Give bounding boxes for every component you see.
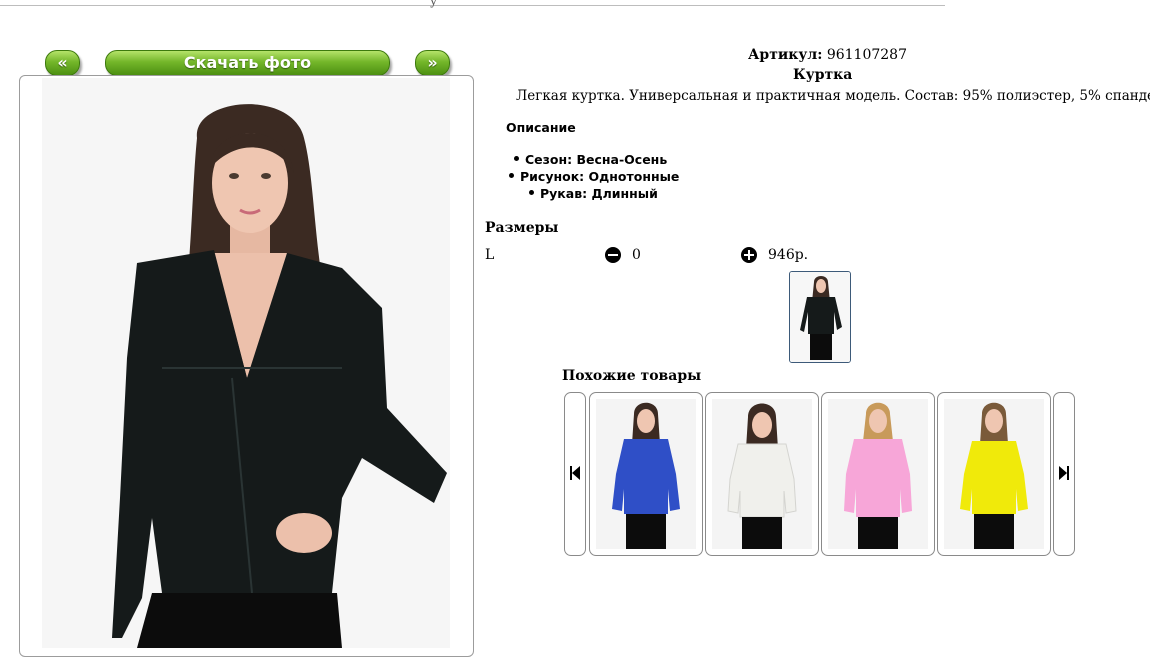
main-photo-frame	[19, 75, 474, 657]
feature-text: Рисунок: Однотонные	[520, 169, 680, 184]
feature-item: Рисунок: Однотонные	[509, 169, 679, 184]
price-value: 946р.	[768, 247, 809, 263]
article-value: 961107287	[826, 47, 907, 63]
prev-photo-button[interactable]: «	[45, 50, 80, 76]
similar-product-image	[712, 399, 812, 549]
similar-product-image	[944, 399, 1044, 549]
size-label: L	[485, 247, 495, 263]
top-divider	[0, 5, 945, 6]
feature-text: Рукав: Длинный	[540, 186, 658, 201]
similar-products-heading: Похожие товары	[562, 368, 702, 384]
product-description: Легкая куртка. Универсальная и практична…	[516, 88, 1150, 104]
similar-product-card[interactable]	[589, 392, 703, 556]
header-fragment: у	[430, 0, 438, 8]
main-product-photo[interactable]	[42, 78, 450, 648]
feature-item: Рукав: Длинный	[529, 186, 658, 201]
similar-product-image	[596, 399, 696, 549]
quantity-value: 0	[632, 247, 641, 263]
skip-next-icon	[1059, 466, 1069, 480]
product-title: Куртка	[793, 67, 853, 83]
photo-thumbnail[interactable]	[789, 271, 851, 363]
feature-text: Сезон: Весна-Осень	[525, 152, 668, 167]
carousel-prev-button[interactable]	[564, 392, 586, 556]
sizes-heading: Размеры	[485, 220, 559, 236]
bullet-icon	[509, 173, 514, 178]
article-label: Артикул:	[748, 47, 823, 63]
feature-item: Сезон: Весна-Осень	[514, 152, 667, 167]
bullet-icon	[514, 156, 519, 161]
article-line: Артикул: 961107287	[748, 47, 907, 63]
skip-prev-icon	[570, 466, 580, 480]
next-photo-button[interactable]: »	[415, 50, 450, 76]
carousel-next-button[interactable]	[1053, 392, 1075, 556]
download-photo-button[interactable]: Скачать фото	[105, 50, 390, 76]
plus-icon[interactable]	[741, 247, 757, 263]
similar-product-image	[828, 399, 928, 549]
similar-product-card[interactable]	[705, 392, 819, 556]
minus-icon[interactable]	[605, 247, 621, 263]
bullet-icon	[529, 190, 534, 195]
description-heading: Описание	[506, 120, 576, 135]
similar-product-card[interactable]	[937, 392, 1051, 556]
similar-product-card[interactable]	[821, 392, 935, 556]
